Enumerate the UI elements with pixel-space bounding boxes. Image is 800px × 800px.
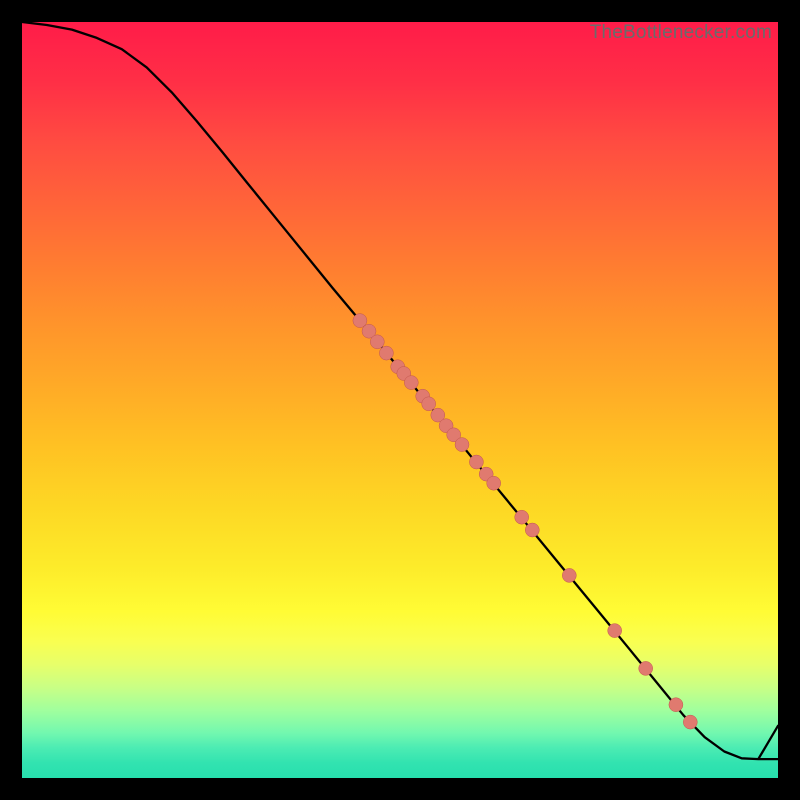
data-point — [404, 376, 418, 390]
data-point — [422, 397, 436, 411]
data-point — [525, 523, 539, 537]
chart-svg — [22, 22, 778, 778]
data-point — [487, 476, 501, 490]
data-point — [455, 438, 469, 452]
data-point — [669, 698, 683, 712]
curve-line — [22, 22, 778, 759]
data-point — [683, 715, 697, 729]
data-point — [515, 510, 529, 524]
plot-area: TheBottlenecker.com — [22, 22, 778, 778]
chart-container: { "watermark": "TheBottlenecker.com", "c… — [0, 0, 800, 800]
data-point — [639, 661, 653, 675]
data-point — [379, 346, 393, 360]
data-point — [370, 335, 384, 349]
data-point — [469, 455, 483, 469]
data-point — [562, 568, 576, 582]
data-point — [608, 624, 622, 638]
